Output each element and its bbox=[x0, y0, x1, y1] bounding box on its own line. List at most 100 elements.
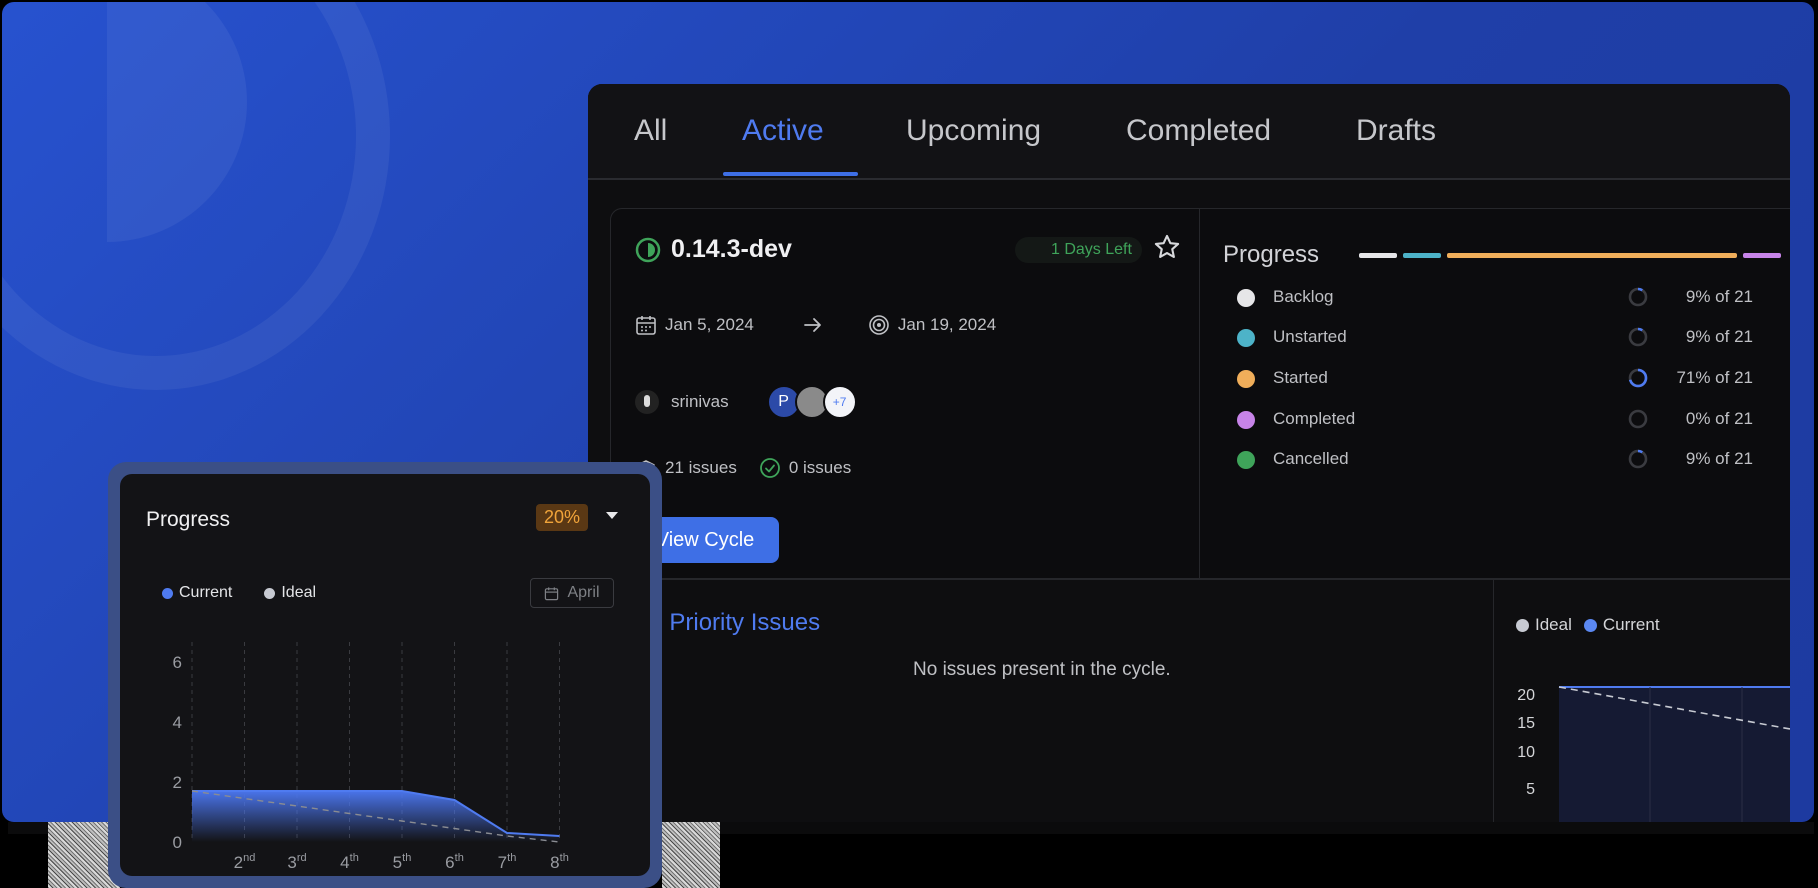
progress-ring-icon bbox=[1628, 327, 1648, 347]
ideal-legend-label: Ideal bbox=[281, 584, 317, 601]
x-tick-label: 5th bbox=[393, 852, 412, 872]
progress-percent-badge: 20% bbox=[536, 504, 589, 531]
progress-ring-icon bbox=[1628, 409, 1648, 429]
cycle-name[interactable]: 0.14.3-dev bbox=[671, 235, 792, 264]
cycle-issues-row: 21 issues 0 issues bbox=[635, 457, 851, 479]
progress-ring-icon bbox=[1628, 449, 1648, 469]
progress-bar-completed bbox=[1743, 253, 1781, 258]
progress-widget: Progress 20% Current Ideal April 6 4 2 0… bbox=[108, 462, 662, 888]
state-row-backlog: Backlog 9% of 21 bbox=[1223, 283, 1753, 311]
cycle-card: 0.14.3-dev 1 Days Left Jan 5, 2024 Jan 1… bbox=[610, 208, 1790, 580]
burndown-legend: Ideal Current bbox=[1516, 615, 1660, 635]
calendar-icon bbox=[545, 586, 559, 600]
state-percentage: 9% of 21 bbox=[1685, 449, 1753, 468]
current-legend-dot bbox=[162, 587, 173, 599]
tab-upcoming[interactable]: Upcoming bbox=[906, 114, 1041, 148]
state-label: Started bbox=[1273, 368, 1328, 387]
cycle-tabs: All Active Upcoming Completed Drafts bbox=[588, 84, 1790, 180]
state-percentage: 9% of 21 bbox=[1685, 287, 1753, 306]
cycle-dates: Jan 5, 2024 Jan 19, 2024 bbox=[635, 313, 996, 337]
x-tick-label: 8th bbox=[550, 852, 569, 872]
arrow-right-icon bbox=[803, 318, 821, 332]
progress-bar-started bbox=[1447, 253, 1737, 258]
y-tick-label: 0 bbox=[173, 833, 182, 852]
end-date: Jan 19, 2024 bbox=[897, 315, 997, 334]
progress-bar-backlog bbox=[1359, 253, 1397, 258]
current-legend-dot bbox=[1583, 618, 1597, 632]
cycle-status-icon bbox=[635, 237, 661, 263]
y-tick-label: 6 bbox=[173, 653, 182, 672]
check-circle-icon bbox=[759, 458, 780, 478]
completed-issues: 0 issues bbox=[788, 458, 852, 477]
active-tab-indicator bbox=[723, 172, 858, 176]
y-tick-label: 4 bbox=[173, 713, 182, 732]
y-tick-label: 2 bbox=[173, 773, 182, 792]
state-label: Completed bbox=[1273, 409, 1356, 428]
y-tick-label: 20 bbox=[1517, 687, 1535, 704]
state-row-started: Started 71% of 21 bbox=[1223, 364, 1753, 392]
state-row-unstarted: Unstarted 9% of 21 bbox=[1223, 323, 1753, 351]
tab-all[interactable]: All bbox=[634, 114, 667, 148]
noise-artifact-right bbox=[662, 822, 720, 888]
y-tick-label: 10 bbox=[1517, 744, 1535, 761]
card-divider bbox=[1199, 209, 1200, 579]
progress-ring-icon bbox=[1628, 287, 1648, 307]
start-date: Jan 5, 2024 bbox=[665, 315, 754, 334]
state-label: Unstarted bbox=[1273, 327, 1347, 346]
progress-ring-icon bbox=[1628, 368, 1648, 388]
star-icon[interactable] bbox=[1153, 233, 1181, 261]
x-tick-label: 7th bbox=[498, 852, 517, 872]
state-percentage: 9% of 21 bbox=[1685, 327, 1753, 346]
empty-state-text: No issues present in the cycle. bbox=[913, 659, 1171, 680]
high-priority-title[interactable]: gh Priority Issues bbox=[636, 609, 820, 637]
owner-avatar[interactable] bbox=[635, 390, 659, 414]
y-tick-label: 15 bbox=[1517, 715, 1535, 732]
state-color-dot bbox=[1237, 289, 1255, 307]
progress-widget-body: Progress 20% Current Ideal April 6 4 2 0… bbox=[120, 474, 650, 876]
cycles-panel: All Active Upcoming Completed Drafts 0.1… bbox=[588, 84, 1790, 822]
state-color-dot bbox=[1237, 451, 1255, 469]
state-percentage: 71% of 21 bbox=[1676, 368, 1753, 387]
x-tick-label: 6th bbox=[445, 852, 464, 872]
burndown-mini-chart: 20 15 10 5 bbox=[1517, 686, 1790, 822]
state-label: Backlog bbox=[1273, 287, 1334, 306]
member-avatars[interactable]: P +7 bbox=[766, 385, 857, 419]
state-percentage: 0% of 21 bbox=[1685, 409, 1753, 428]
chevron-down-icon[interactable] bbox=[606, 512, 618, 519]
widget-legend: Current Ideal bbox=[162, 584, 316, 602]
state-label: Cancelled bbox=[1273, 449, 1349, 468]
more-members-count[interactable]: +7 bbox=[822, 385, 857, 419]
cycle-lower-section: gh Priority Issues No issues present in … bbox=[588, 578, 1790, 822]
x-tick-label: 3rd bbox=[287, 852, 306, 872]
progress-chart: 6 4 2 0 2nd 3rd 4th 5th 6th 7th 8th bbox=[173, 642, 569, 872]
current-legend-label: Current bbox=[1602, 615, 1660, 634]
total-issues: 21 issues bbox=[665, 458, 737, 477]
y-tick-label: 5 bbox=[1526, 781, 1535, 798]
burndown-area bbox=[1559, 687, 1790, 822]
progress-bar-unstarted bbox=[1403, 253, 1441, 258]
ideal-legend-label: Ideal bbox=[1535, 615, 1572, 634]
state-color-dot bbox=[1237, 370, 1255, 388]
target-icon bbox=[869, 315, 889, 335]
state-color-dot bbox=[1237, 411, 1255, 429]
screen: All Active Upcoming Completed Drafts 0.1… bbox=[0, 0, 1818, 888]
widget-title: Progress bbox=[146, 508, 231, 531]
month-label: April bbox=[567, 584, 600, 601]
x-tick-label: 4th bbox=[340, 852, 359, 872]
state-color-dot bbox=[1237, 329, 1255, 347]
ideal-legend-dot bbox=[1516, 618, 1529, 632]
days-left-badge: 1 Days Left bbox=[1015, 237, 1142, 263]
current-legend-label: Current bbox=[179, 584, 233, 601]
tab-completed[interactable]: Completed bbox=[1126, 114, 1271, 148]
cycle-owner-row: srinivas P +7 bbox=[635, 385, 857, 419]
tab-drafts[interactable]: Drafts bbox=[1356, 114, 1436, 148]
state-row-completed: Completed 0% of 21 bbox=[1223, 405, 1753, 433]
owner-name: srinivas bbox=[671, 392, 729, 411]
calendar-icon bbox=[636, 316, 656, 335]
ideal-legend-dot bbox=[264, 587, 276, 599]
progress-title: Progress bbox=[1223, 241, 1320, 268]
x-tick-label: 2nd bbox=[234, 852, 256, 872]
state-row-cancelled: Cancelled 9% of 21 bbox=[1223, 445, 1753, 473]
month-picker[interactable]: April bbox=[530, 578, 614, 608]
tab-active[interactable]: Active bbox=[742, 114, 824, 148]
